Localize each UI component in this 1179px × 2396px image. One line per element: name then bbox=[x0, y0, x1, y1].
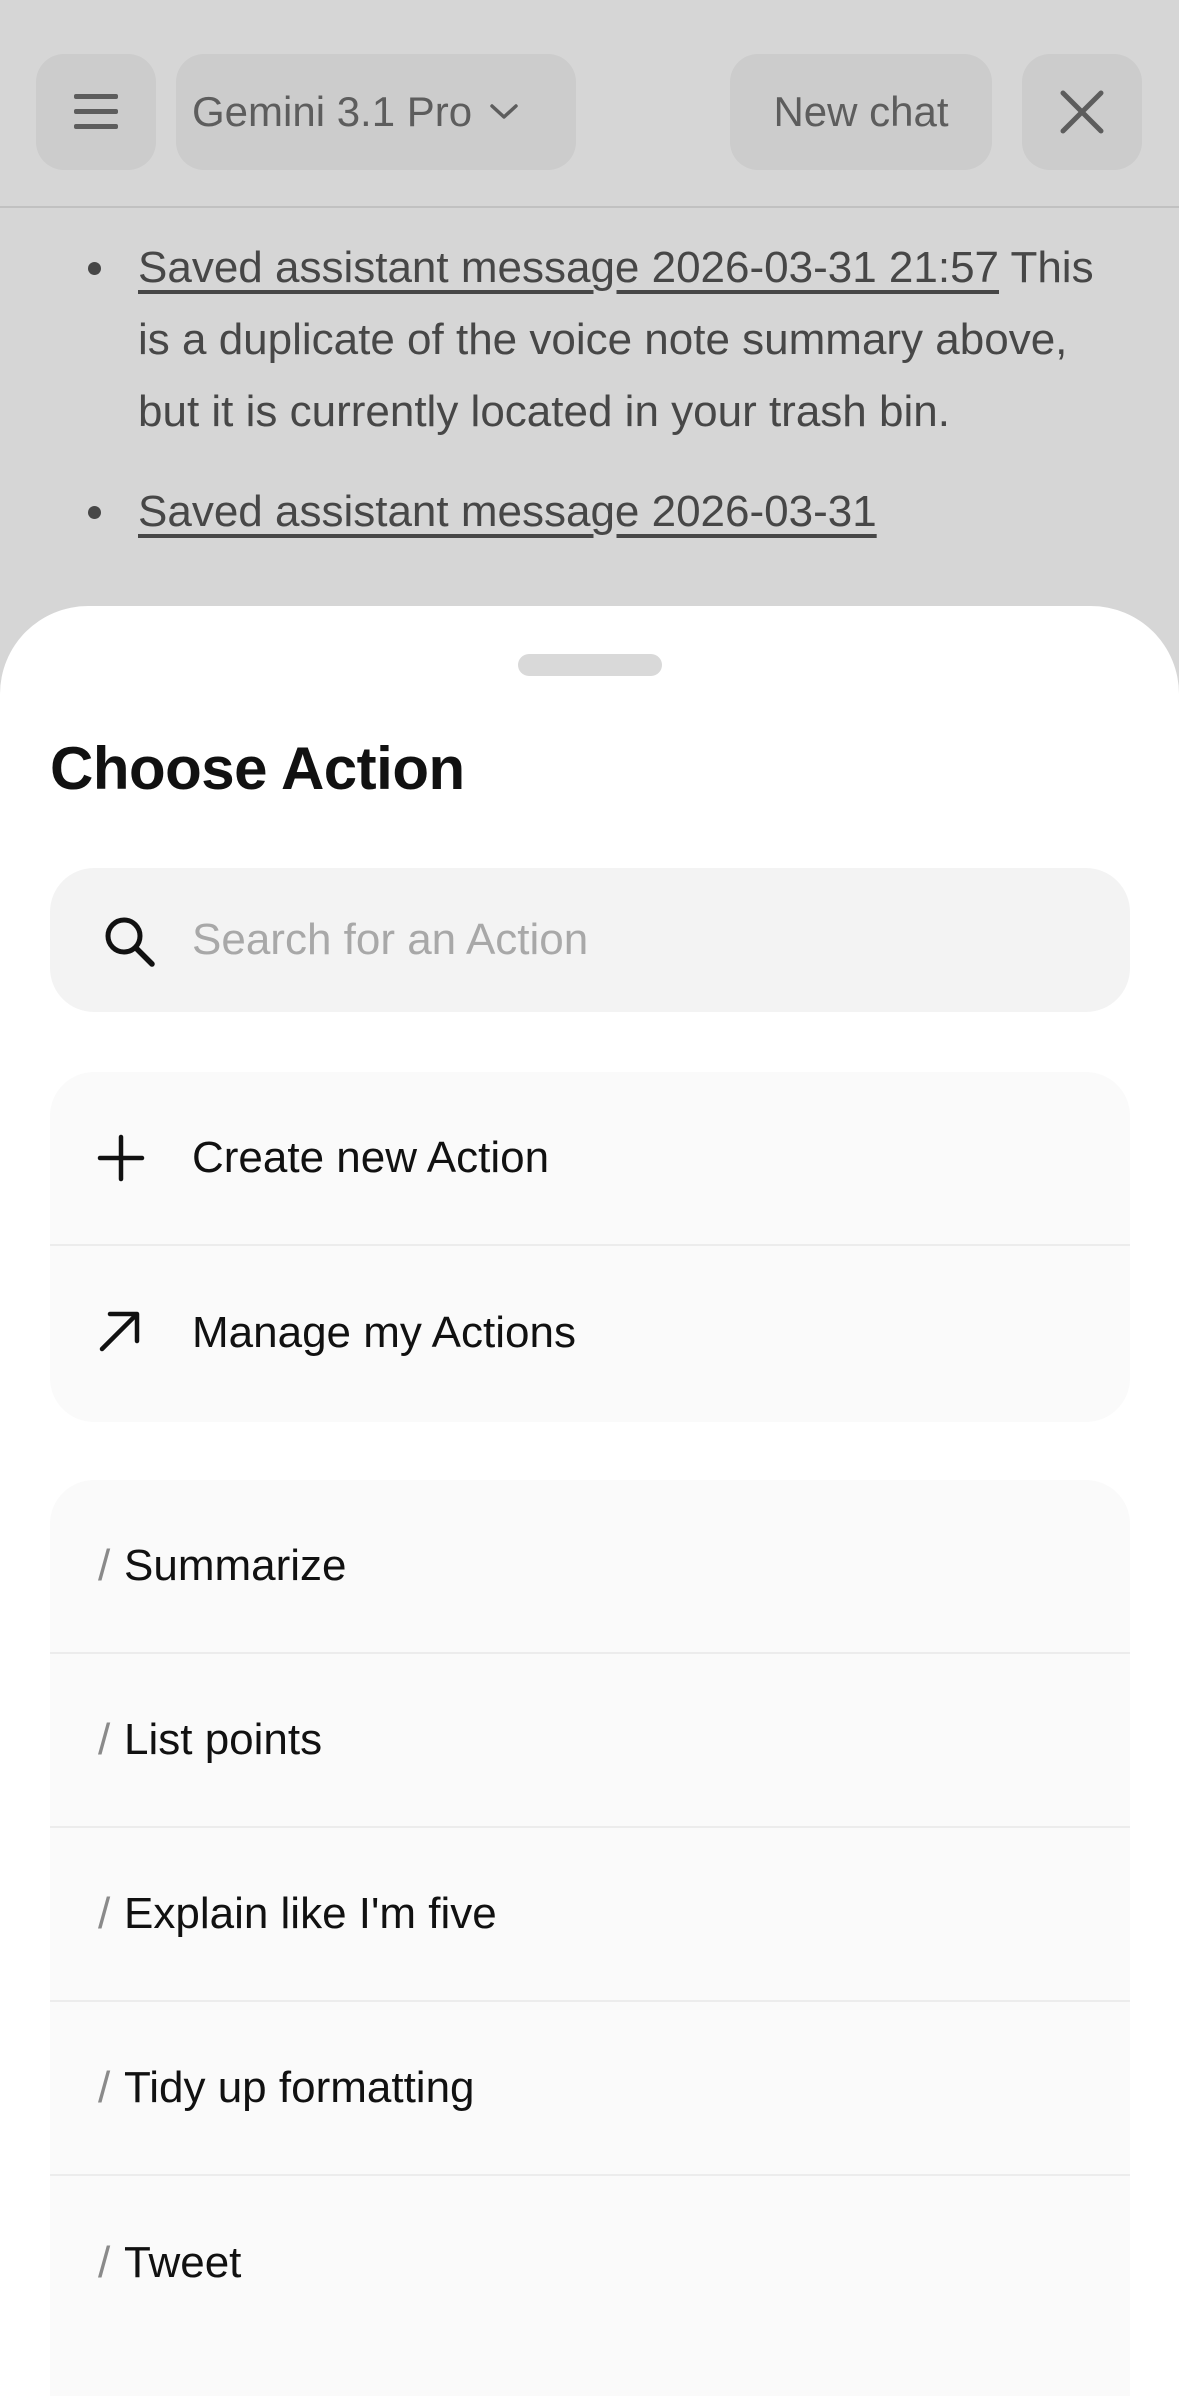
action-label: Explain like I'm five bbox=[124, 1889, 497, 1938]
action-label: Tidy up formatting bbox=[124, 2063, 475, 2112]
action-item-summarize[interactable]: / Summarize bbox=[50, 1480, 1130, 1654]
action-label: Summarize bbox=[124, 1541, 347, 1590]
search-icon bbox=[105, 917, 155, 967]
action-search-input[interactable] bbox=[192, 868, 1092, 1012]
action-item-tidy-up-formatting[interactable]: / Tidy up formatting bbox=[50, 2002, 1130, 2176]
arrow-up-right-icon bbox=[99, 1311, 140, 1352]
create-action-label: Create new Action bbox=[192, 1133, 550, 1182]
slash-prefix: / bbox=[98, 1889, 111, 1938]
slash-prefix: / bbox=[98, 1715, 111, 1764]
create-action-button[interactable]: Create new Action bbox=[50, 1072, 1130, 1246]
slash-prefix: / bbox=[98, 2238, 111, 2287]
slash-prefix: / bbox=[98, 1541, 111, 1590]
manage-actions-label: Manage my Actions bbox=[192, 1308, 576, 1357]
action-search-bar[interactable] bbox=[50, 868, 1130, 1012]
manage-actions-card: Create new Action Manage my Actions bbox=[50, 1072, 1130, 1422]
sheet-title: Choose Action bbox=[50, 735, 465, 802]
action-list: / Summarize / List points / Explain like… bbox=[50, 1480, 1130, 2396]
choose-action-sheet: Choose Action Create new Action bbox=[0, 606, 1179, 2396]
sheet-drag-handle[interactable] bbox=[518, 654, 662, 676]
slash-prefix: / bbox=[98, 2063, 111, 2112]
action-item-explain-like-five[interactable]: / Explain like I'm five bbox=[50, 1828, 1130, 2002]
screen: Gemini 3.1 Pro New chat Saved assistant … bbox=[0, 0, 1179, 2396]
action-item-tweet[interactable]: / Tweet bbox=[50, 2176, 1130, 2350]
plus-icon bbox=[97, 1134, 145, 1182]
action-item-list-points[interactable]: / List points bbox=[50, 1654, 1130, 1828]
action-label: List points bbox=[124, 1715, 323, 1764]
manage-actions-button[interactable]: Manage my Actions bbox=[50, 1246, 1130, 1420]
action-label: Tweet bbox=[124, 2238, 242, 2287]
